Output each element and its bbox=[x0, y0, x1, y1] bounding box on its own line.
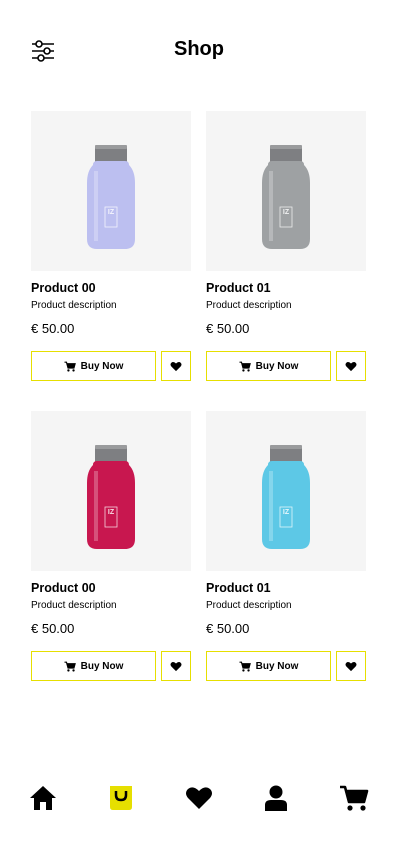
product-card[interactable]: IZ Product 00 Product description € 50.0… bbox=[31, 111, 191, 381]
product-price: € 50.00 bbox=[31, 321, 75, 336]
heart-icon bbox=[170, 361, 182, 371]
cart-icon bbox=[239, 661, 251, 672]
bottle-logo: IZ bbox=[282, 509, 290, 516]
buy-now-button[interactable]: Buy Now bbox=[206, 651, 331, 681]
home-icon[interactable] bbox=[27, 782, 59, 814]
product-image[interactable]: IZ bbox=[31, 111, 191, 271]
product-image[interactable]: IZ bbox=[206, 111, 366, 271]
cart-icon bbox=[239, 361, 251, 372]
buy-now-label: Buy Now bbox=[255, 360, 299, 372]
heart-icon[interactable] bbox=[183, 782, 215, 814]
product-card[interactable]: IZ Product 00 Product description € 50.0… bbox=[31, 411, 191, 681]
product-description: Product description bbox=[31, 300, 117, 311]
product-price: € 50.00 bbox=[206, 621, 250, 636]
cart-icon bbox=[64, 661, 76, 672]
bottle-logo: IZ bbox=[107, 209, 115, 216]
page-title: Shop bbox=[174, 38, 224, 60]
product-description: Product description bbox=[206, 300, 292, 311]
product-card[interactable]: IZ Product 01 Product description € 50.0… bbox=[206, 411, 366, 681]
favorite-button[interactable] bbox=[336, 651, 366, 681]
product-description: Product description bbox=[31, 600, 117, 611]
product-name: Product 00 bbox=[31, 281, 96, 295]
header: Shop bbox=[0, 0, 406, 100]
buy-now-label: Buy Now bbox=[80, 360, 124, 372]
product-image[interactable]: IZ bbox=[206, 411, 366, 571]
product-price: € 50.00 bbox=[206, 321, 250, 336]
buy-now-button[interactable]: Buy Now bbox=[31, 651, 156, 681]
heart-icon bbox=[345, 661, 357, 671]
product-name: Product 01 bbox=[206, 581, 271, 595]
product-description: Product description bbox=[206, 600, 292, 611]
product-name: Product 01 bbox=[206, 281, 271, 295]
favorite-button[interactable] bbox=[336, 351, 366, 381]
favorite-button[interactable] bbox=[161, 351, 191, 381]
cart-icon bbox=[64, 361, 76, 372]
buy-now-label: Buy Now bbox=[80, 660, 124, 672]
favorite-button[interactable] bbox=[161, 651, 191, 681]
product-price: € 50.00 bbox=[31, 621, 75, 636]
bottle-logo: IZ bbox=[282, 209, 290, 216]
product-image[interactable]: IZ bbox=[31, 411, 191, 571]
shop-bag-icon[interactable] bbox=[105, 782, 137, 814]
product-name: Product 00 bbox=[31, 581, 96, 595]
heart-icon bbox=[345, 361, 357, 371]
buy-now-button[interactable]: Buy Now bbox=[31, 351, 156, 381]
buy-now-label: Buy Now bbox=[255, 660, 299, 672]
cart-icon[interactable] bbox=[338, 782, 370, 814]
buy-now-button[interactable]: Buy Now bbox=[206, 351, 331, 381]
heart-icon bbox=[170, 661, 182, 671]
product-card[interactable]: IZ Product 01 Product description € 50.0… bbox=[206, 111, 366, 381]
bottom-nav bbox=[0, 782, 406, 818]
user-icon[interactable] bbox=[260, 782, 292, 814]
bottle-logo: IZ bbox=[107, 509, 115, 516]
